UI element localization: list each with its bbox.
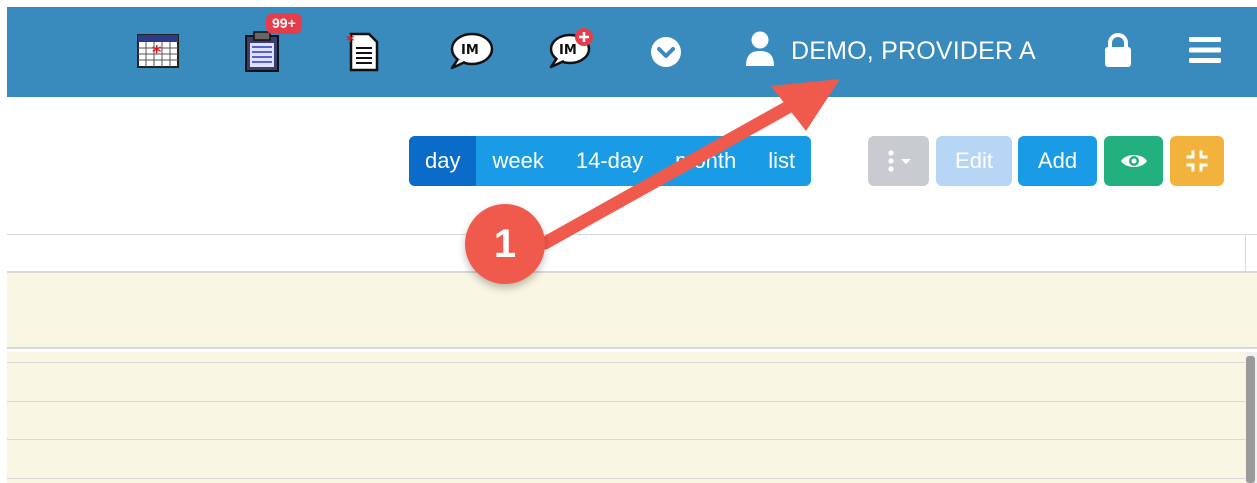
vertical-ellipsis-icon bbox=[887, 150, 911, 172]
calendar-view-toggle: day week 14-day month list bbox=[409, 136, 812, 186]
edit-button[interactable]: Edit bbox=[936, 136, 1012, 186]
hamburger-menu-icon[interactable] bbox=[1187, 33, 1223, 67]
top-navigation-bar: * 99+ * IM IM DEMO, PROVIDER A bbox=[7, 7, 1257, 97]
chevron-down-circle-icon[interactable] bbox=[649, 35, 683, 69]
header-top-border bbox=[7, 234, 1257, 235]
time-slots-area[interactable] bbox=[7, 352, 1245, 483]
im-label: IM bbox=[461, 43, 479, 58]
slot-line bbox=[7, 362, 1245, 363]
user-name: DEMO, PROVIDER A bbox=[791, 36, 1036, 65]
clipboard-icon[interactable]: 99+ bbox=[239, 13, 302, 73]
slot-line bbox=[7, 439, 1245, 440]
view-14-day-button[interactable]: 14-day bbox=[559, 136, 660, 186]
view-toggle-button[interactable] bbox=[1104, 136, 1163, 186]
vertical-scrollbar-thumb[interactable] bbox=[1246, 356, 1255, 483]
more-options-button[interactable] bbox=[868, 136, 929, 186]
compress-button[interactable] bbox=[1170, 136, 1224, 186]
user-icon bbox=[745, 31, 775, 72]
all-day-row[interactable] bbox=[7, 273, 1257, 347]
view-month-button[interactable]: month bbox=[659, 136, 753, 186]
header-column-divider bbox=[1245, 234, 1246, 272]
add-button[interactable]: Add bbox=[1018, 136, 1097, 186]
view-day-button[interactable]: day bbox=[409, 136, 477, 186]
left-edge bbox=[0, 0, 7, 483]
calendar-icon[interactable]: * bbox=[136, 33, 180, 69]
svg-text:*: * bbox=[152, 42, 162, 63]
all-day-bottom-border bbox=[7, 347, 1257, 349]
slot-line bbox=[7, 478, 1245, 479]
new-document-icon[interactable]: * bbox=[343, 29, 383, 73]
compress-icon bbox=[1186, 150, 1208, 172]
im-chat-add-icon[interactable]: IM bbox=[548, 27, 596, 71]
im-add-label: IM bbox=[559, 43, 577, 58]
im-chat-icon[interactable]: IM bbox=[447, 31, 495, 71]
annotation-step-marker: 1 bbox=[465, 204, 545, 284]
lock-icon[interactable] bbox=[1101, 31, 1135, 69]
view-list-button[interactable]: list bbox=[752, 136, 812, 186]
eye-icon bbox=[1120, 155, 1147, 167]
user-menu[interactable]: DEMO, PROVIDER A bbox=[745, 29, 1036, 73]
view-week-button[interactable]: week bbox=[476, 136, 560, 186]
slot-line bbox=[7, 401, 1245, 402]
svg-text:*: * bbox=[346, 31, 355, 50]
notification-badge: 99+ bbox=[266, 13, 302, 34]
